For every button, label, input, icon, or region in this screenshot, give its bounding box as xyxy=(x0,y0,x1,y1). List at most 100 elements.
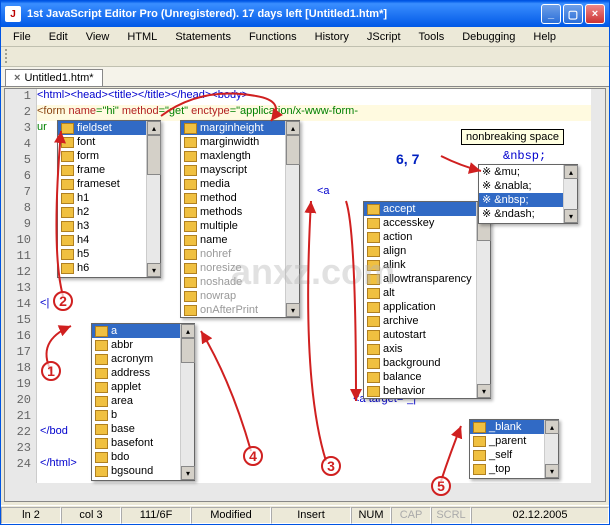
popup-scrollbar[interactable]: ▴▾ xyxy=(476,202,490,398)
popup-item[interactable]: h5 xyxy=(58,247,160,261)
popup-scrollbar[interactable]: ▴▾ xyxy=(563,165,577,223)
popup-item[interactable]: bgsound xyxy=(92,464,194,478)
popup-item[interactable]: maxlength xyxy=(181,149,299,163)
popup-item[interactable]: font xyxy=(58,135,160,149)
popup-item[interactable]: accesskey xyxy=(364,216,490,230)
menu-view[interactable]: View xyxy=(78,29,118,45)
menu-jscript[interactable]: JScript xyxy=(359,29,409,45)
popup-item[interactable]: frame xyxy=(58,163,160,177)
popup-scrollbar[interactable]: ▴▾ xyxy=(146,121,160,277)
tag-icon xyxy=(184,193,197,204)
tag-icon xyxy=(367,330,380,341)
popup-item[interactable]: b xyxy=(92,408,194,422)
tag-icon xyxy=(473,464,486,475)
horizontal-scrollbar[interactable] xyxy=(5,483,605,501)
popup-item[interactable]: method xyxy=(181,191,299,205)
status-modified: Modified xyxy=(191,507,271,524)
tag-icon xyxy=(61,207,74,218)
menu-tools[interactable]: Tools xyxy=(411,29,453,45)
popup-item[interactable]: archive xyxy=(364,314,490,328)
tag-icon xyxy=(473,450,486,461)
popup-item[interactable]: application xyxy=(364,300,490,314)
menu-file[interactable]: File xyxy=(5,29,39,45)
close-button[interactable]: × xyxy=(585,4,605,24)
menu-help[interactable]: Help xyxy=(525,29,564,45)
popup-scrollbar[interactable]: ▴▾ xyxy=(544,420,558,478)
popup-item[interactable]: base xyxy=(92,422,194,436)
popup-item[interactable]: accept xyxy=(364,202,490,216)
vertical-scrollbar[interactable] xyxy=(591,89,605,483)
popup-item[interactable]: marginwidth xyxy=(181,135,299,149)
popup-item[interactable]: bdo xyxy=(92,450,194,464)
menu-html[interactable]: HTML xyxy=(119,29,165,45)
status-cap: CAP xyxy=(391,507,431,524)
popup-item[interactable]: form xyxy=(58,149,160,163)
popup-item[interactable]: area xyxy=(92,394,194,408)
popup-item[interactable]: abbr xyxy=(92,338,194,352)
popup-item[interactable]: basefont xyxy=(92,436,194,450)
popup-item[interactable]: a xyxy=(92,324,194,338)
tag-icon xyxy=(184,249,197,260)
tag-icon xyxy=(95,354,108,365)
popup-item[interactable]: multiple xyxy=(181,219,299,233)
tag-icon xyxy=(61,123,74,134)
popup-item[interactable]: marginheight xyxy=(181,121,299,135)
tag-icon xyxy=(473,436,486,447)
popup-item[interactable]: behavior xyxy=(364,384,490,398)
menubar: File Edit View HTML Statements Functions… xyxy=(1,27,609,47)
tag-icon xyxy=(367,218,380,229)
tag-icon xyxy=(61,151,74,162)
titlebar[interactable]: J 1st JavaScript Editor Pro (Unregistere… xyxy=(1,1,609,27)
popup-item[interactable]: fieldset xyxy=(58,121,160,135)
menu-statements[interactable]: Statements xyxy=(167,29,239,45)
popup-item[interactable]: applet xyxy=(92,380,194,394)
tag-icon xyxy=(184,123,197,134)
menu-edit[interactable]: Edit xyxy=(41,29,76,45)
tab-bar: × Untitled1.htm* xyxy=(1,67,609,87)
autocomplete-popup-attrs-2[interactable]: acceptaccesskeyactionalignalinkallowtran… xyxy=(363,201,491,399)
popup-item[interactable]: background xyxy=(364,356,490,370)
popup-item[interactable]: h2 xyxy=(58,205,160,219)
popup-item[interactable]: onAfterPrint xyxy=(181,303,299,317)
maximize-button[interactable]: ▢ xyxy=(563,4,583,24)
popup-item[interactable]: h3 xyxy=(58,219,160,233)
tag-icon xyxy=(367,386,380,397)
menu-history[interactable]: History xyxy=(307,29,357,45)
tag-icon xyxy=(61,193,74,204)
tag-icon xyxy=(61,137,74,148)
autocomplete-popup-tags-2[interactable]: aabbracronymaddressappletareabbasebasefo… xyxy=(91,323,195,481)
status-line: ln 2 xyxy=(1,507,61,524)
statusbar: ln 2 col 3 111/6F Modified Insert NUM CA… xyxy=(1,505,609,524)
popup-item[interactable]: h4 xyxy=(58,233,160,247)
popup-item[interactable]: media xyxy=(181,177,299,191)
menu-functions[interactable]: Functions xyxy=(241,29,305,45)
tag-icon xyxy=(95,326,108,337)
popup-item[interactable]: frameset xyxy=(58,177,160,191)
tag-icon xyxy=(95,452,108,463)
popup-item[interactable]: action xyxy=(364,230,490,244)
autocomplete-popup-tags-1[interactable]: fieldsetfontformframeframeseth1h2h3h4h5h… xyxy=(57,120,161,278)
popup-item[interactable]: h1 xyxy=(58,191,160,205)
popup-item[interactable]: mayscript xyxy=(181,163,299,177)
tag-icon xyxy=(367,372,380,383)
tag-icon xyxy=(184,277,197,288)
entity-list-popup[interactable]: ※ &mu;※ &nabla;※ &nbsp;※ &ndash; ▴▾ xyxy=(478,164,578,224)
tag-icon xyxy=(367,204,380,215)
autocomplete-popup-target[interactable]: _blank_parent_self_top ▴▾ xyxy=(469,419,559,479)
popup-item[interactable]: h6 xyxy=(58,261,160,275)
popup-item[interactable]: address xyxy=(92,366,194,380)
minimize-button[interactable]: _ xyxy=(541,4,561,24)
tag-icon xyxy=(184,137,197,148)
popup-scrollbar[interactable]: ▴▾ xyxy=(180,324,194,480)
popup-item[interactable]: balance xyxy=(364,370,490,384)
menu-debugging[interactable]: Debugging xyxy=(454,29,523,45)
tab-close-icon[interactable]: × xyxy=(14,72,20,84)
popup-item[interactable]: axis xyxy=(364,342,490,356)
document-tab[interactable]: × Untitled1.htm* xyxy=(5,69,103,86)
popup-item[interactable]: acronym xyxy=(92,352,194,366)
popup-item[interactable]: autostart xyxy=(364,328,490,342)
popup-item[interactable]: name xyxy=(181,233,299,247)
tag-icon xyxy=(61,235,74,246)
tag-icon xyxy=(61,165,74,176)
popup-item[interactable]: methods xyxy=(181,205,299,219)
